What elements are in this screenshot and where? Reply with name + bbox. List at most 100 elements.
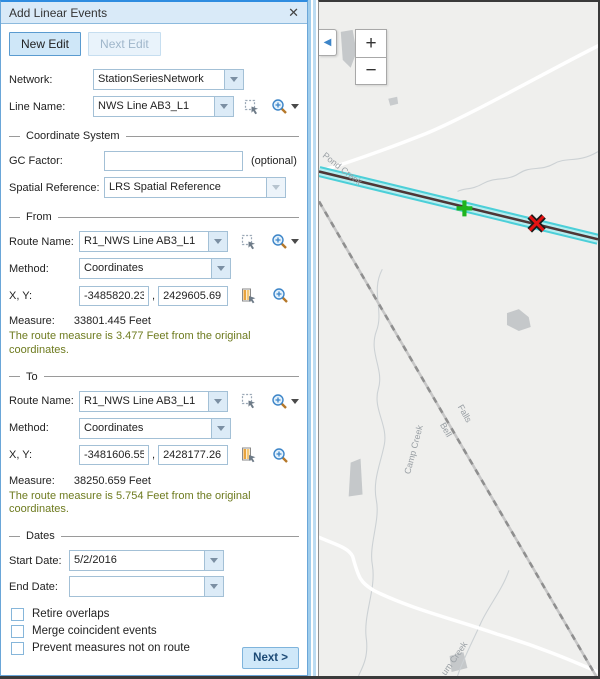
chevron-down-icon[interactable] bbox=[211, 259, 230, 278]
map-canvas[interactable]: Pond Creek Falls Bell Camp Creek um Cree… bbox=[318, 0, 600, 676]
from-route-name-value: R1_NWS Line AB3_L1 bbox=[80, 232, 208, 251]
merge-coincident-events-checkbox[interactable] bbox=[11, 625, 24, 638]
from-method-dropdown[interactable]: Coordinates bbox=[79, 258, 231, 279]
line-name-value: NWS Line AB3_L1 bbox=[94, 97, 214, 116]
line-name-label: Line Name: bbox=[9, 101, 93, 113]
to-y-input[interactable] bbox=[158, 445, 228, 465]
to-method-label: Method: bbox=[9, 422, 79, 434]
from-x-input[interactable] bbox=[79, 286, 149, 306]
chevron-down-icon[interactable] bbox=[291, 399, 299, 404]
gc-factor-input[interactable] bbox=[104, 151, 243, 171]
chevron-down-icon[interactable] bbox=[204, 577, 223, 596]
application-window: Add Linear Events ✕ New Edit Next Edit N… bbox=[0, 0, 600, 679]
map-labels: Pond Creek Falls Bell Camp Creek um Cree… bbox=[321, 150, 474, 676]
network-label: Network: bbox=[9, 74, 93, 86]
spatial-reference-value: LRS Spatial Reference bbox=[105, 178, 266, 197]
end-date-value bbox=[70, 577, 204, 596]
retire-overlaps-label: Retire overlaps bbox=[32, 608, 109, 620]
pick-coordinates-icon[interactable] bbox=[240, 287, 258, 305]
to-route-name-label: Route Name: bbox=[9, 395, 79, 407]
end-date-label: End Date: bbox=[9, 581, 69, 593]
to-legend: To bbox=[26, 371, 38, 383]
chevron-down-icon[interactable] bbox=[291, 104, 299, 109]
prevent-measures-checkbox[interactable] bbox=[11, 642, 24, 655]
from-xy-label: X, Y: bbox=[9, 290, 79, 302]
from-separator: From bbox=[9, 210, 299, 224]
to-route-name-value: R1_NWS Line AB3_L1 bbox=[80, 392, 208, 411]
falls-label: Falls bbox=[456, 403, 474, 425]
railroad-line bbox=[319, 201, 596, 676]
zoom-to-icon[interactable] bbox=[271, 446, 289, 464]
from-y-input[interactable] bbox=[158, 286, 228, 306]
chevron-down-icon[interactable] bbox=[224, 70, 243, 89]
comma-separator: , bbox=[152, 449, 155, 461]
chevron-down-icon bbox=[266, 178, 285, 197]
from-legend: From bbox=[26, 211, 52, 223]
zoom-to-icon[interactable] bbox=[270, 233, 288, 251]
dates-legend: Dates bbox=[26, 530, 55, 542]
collapse-panel-icon: ◀ bbox=[324, 38, 332, 48]
chevron-down-icon[interactable] bbox=[291, 239, 299, 244]
to-method-dropdown[interactable]: Coordinates bbox=[79, 418, 231, 439]
line-name-dropdown[interactable]: NWS Line AB3_L1 bbox=[93, 96, 234, 117]
select-on-map-icon[interactable] bbox=[240, 233, 258, 251]
coordinate-system-separator: Coordinate System bbox=[9, 129, 299, 143]
zoom-to-icon[interactable] bbox=[270, 392, 288, 410]
new-edit-button[interactable]: New Edit bbox=[9, 32, 81, 56]
to-measure-value: 38250.659 Feet bbox=[74, 475, 151, 487]
map-land-polygons bbox=[341, 30, 531, 672]
start-date-label: Start Date: bbox=[9, 555, 69, 567]
zoom-to-icon[interactable] bbox=[270, 98, 288, 116]
from-measure-label: Measure: bbox=[9, 315, 55, 327]
to-method-value: Coordinates bbox=[80, 419, 211, 438]
select-on-map-icon[interactable] bbox=[240, 392, 258, 410]
zoom-out-button[interactable]: − bbox=[356, 57, 386, 84]
dates-separator: Dates bbox=[9, 529, 299, 543]
next-button[interactable]: Next > bbox=[242, 647, 299, 669]
map-graphics: Pond Creek Falls Bell Camp Creek um Cree… bbox=[319, 2, 598, 676]
chevron-down-icon[interactable] bbox=[208, 392, 227, 411]
panel-titlebar: Add Linear Events ✕ bbox=[1, 2, 307, 24]
panel-content: New Edit Next Edit Network: StationSerie… bbox=[1, 24, 307, 675]
from-method-value: Coordinates bbox=[80, 259, 211, 278]
to-xy-label: X, Y: bbox=[9, 449, 79, 461]
optional-hint: (optional) bbox=[251, 155, 297, 167]
to-measure-note: The route measure is 5.754 Feet from the… bbox=[9, 490, 301, 518]
from-measure-value: 33801.445 Feet bbox=[74, 315, 151, 327]
panel-splitter[interactable] bbox=[308, 0, 318, 676]
chevron-down-icon[interactable] bbox=[211, 419, 230, 438]
prevent-measures-label: Prevent measures not on route bbox=[32, 642, 190, 654]
next-edit-button[interactable]: Next Edit bbox=[88, 32, 161, 56]
end-date-dropdown[interactable] bbox=[69, 576, 224, 597]
from-method-label: Method: bbox=[9, 263, 79, 275]
collapse-panel-button[interactable]: ◀ bbox=[319, 29, 337, 56]
to-separator: To bbox=[9, 370, 299, 384]
spatial-reference-dropdown[interactable]: LRS Spatial Reference bbox=[104, 177, 286, 198]
coordinate-system-legend: Coordinate System bbox=[26, 130, 120, 142]
bell-label: Bell bbox=[438, 421, 454, 439]
camp-creek-label: Camp Creek bbox=[402, 423, 425, 475]
gc-factor-label: GC Factor: bbox=[9, 155, 104, 167]
network-dropdown[interactable]: StationSeriesNetwork bbox=[93, 69, 244, 90]
select-on-map-icon[interactable] bbox=[243, 98, 261, 116]
chevron-down-icon[interactable] bbox=[204, 551, 223, 570]
zoom-in-button[interactable]: + bbox=[356, 30, 386, 57]
zoom-to-icon[interactable] bbox=[271, 287, 289, 305]
start-date-dropdown[interactable]: 5/2/2016 bbox=[69, 550, 224, 571]
to-measure-label: Measure: bbox=[9, 475, 55, 487]
chevron-down-icon[interactable] bbox=[208, 232, 227, 251]
retire-overlaps-checkbox[interactable] bbox=[11, 608, 24, 621]
road-lines bbox=[319, 46, 598, 672]
to-route-name-dropdown[interactable]: R1_NWS Line AB3_L1 bbox=[79, 391, 228, 412]
add-linear-events-panel: Add Linear Events ✕ New Edit Next Edit N… bbox=[0, 0, 308, 676]
network-value: StationSeriesNetwork bbox=[94, 70, 224, 89]
chevron-down-icon[interactable] bbox=[214, 97, 233, 116]
from-measure-note: The route measure is 3.477 Feet from the… bbox=[9, 330, 301, 358]
pick-coordinates-icon[interactable] bbox=[240, 446, 258, 464]
start-date-value: 5/2/2016 bbox=[70, 551, 204, 570]
from-route-name-label: Route Name: bbox=[9, 236, 79, 248]
comma-separator: , bbox=[152, 290, 155, 302]
from-route-name-dropdown[interactable]: R1_NWS Line AB3_L1 bbox=[79, 231, 228, 252]
close-icon[interactable]: ✕ bbox=[288, 6, 299, 19]
to-x-input[interactable] bbox=[79, 445, 149, 465]
